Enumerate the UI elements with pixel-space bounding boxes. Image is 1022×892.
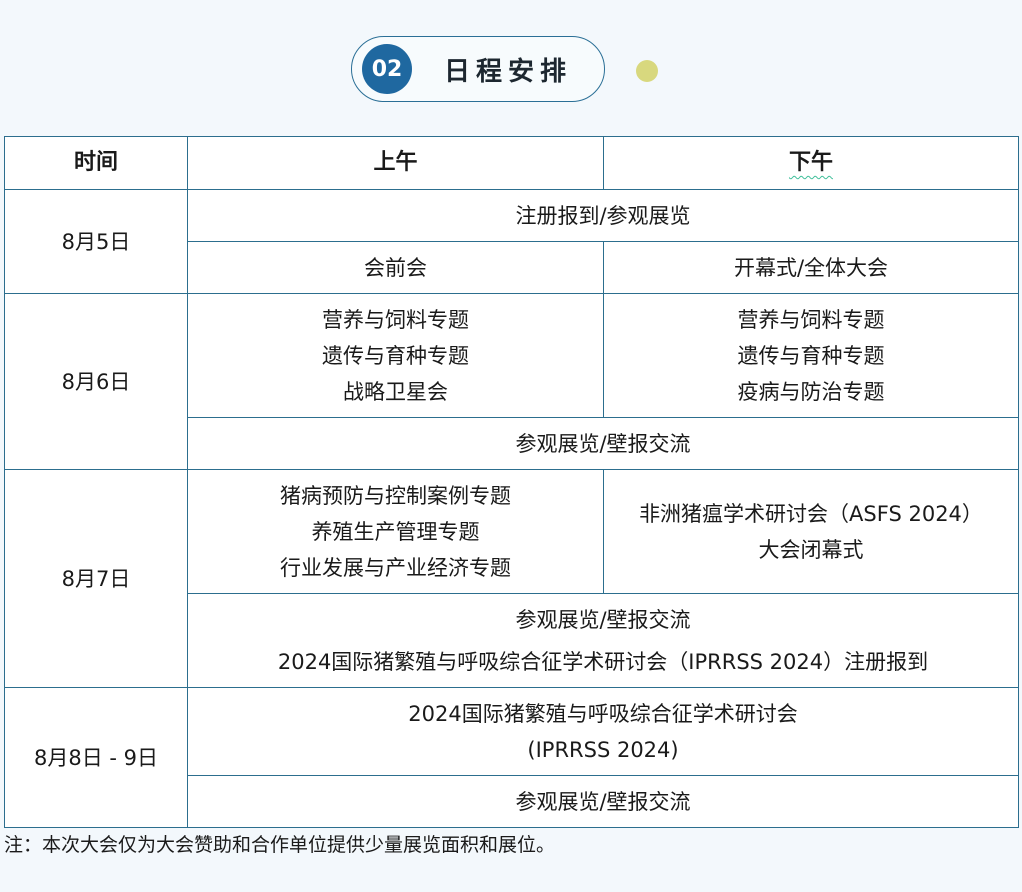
date-aug7: 8月7日 [4, 469, 188, 688]
table-row: 8月6日 营养与饲料专题 遗传与育种专题 战略卫星会 营养与饲料专题 遗传与育种… [4, 293, 1019, 470]
aug7-full-day: 参观展览/壁报交流 2024国际猪繁殖与呼吸综合征学术研讨会（IPRRSS 20… [187, 593, 1019, 688]
aug7-morning-item: 养殖生产管理专题 [311, 519, 480, 544]
section-title: 日程安排 [444, 56, 573, 87]
header-time: 时间 [4, 136, 188, 190]
table-header-row: 时间 上午 下午 [4, 136, 1019, 190]
aug6-morning-item: 遗传与育种专题 [322, 343, 469, 368]
aug7-morning-item: 行业发展与产业经济专题 [280, 555, 511, 580]
aug8-9-main: 2024国际猪繁殖与呼吸综合征学术研讨会 (IPRRSS 2024) [187, 687, 1019, 776]
header-afternoon-label: 下午 [788, 150, 833, 175]
date-aug5: 8月5日 [4, 189, 188, 294]
aug6-morning-item: 战略卫星会 [343, 379, 448, 404]
aug6-afternoon-item: 营养与饲料专题 [737, 307, 885, 332]
aug7-morning-item: 猪病预防与控制案例专题 [280, 483, 511, 508]
aug7-afternoon: 非洲猪瘟学术研讨会（ASFS 2024） 大会闭幕式 [603, 469, 1019, 594]
section-header: 02 日程安排 [351, 36, 605, 102]
date-aug8-9: 8月8日 - 9日 [4, 687, 188, 828]
aug6-afternoon-item: 疫病与防治专题 [737, 379, 885, 404]
aug6-full-day: 参观展览/壁报交流 [187, 417, 1019, 470]
aug7-morning: 猪病预防与控制案例专题 养殖生产管理专题 行业发展与产业经济专题 [187, 469, 604, 594]
table-row: 8月5日 注册报到/参观展览 [4, 189, 1019, 294]
aug8-9-main-item: 2024国际猪繁殖与呼吸综合征学术研讨会 [408, 701, 798, 726]
aug7-full-item: 参观展览/壁报交流 [515, 607, 691, 632]
aug7-full-item: 2024国际猪繁殖与呼吸综合征学术研讨会（IPRRSS 2024）注册报到 [277, 649, 929, 674]
aug7-afternoon-item: 非洲猪瘟学术研讨会（ASFS 2024） [639, 501, 983, 526]
footnote: 注：本次大会仅为大会赞助和合作单位提供少量展览面积和展位。 [4, 834, 556, 856]
table-row: 8月7日 猪病预防与控制案例专题 养殖生产管理专题 行业发展与产业经济专题 非洲… [4, 469, 1019, 688]
aug5-afternoon: 开幕式/全体大会 [603, 241, 1019, 294]
aug6-morning: 营养与饲料专题 遗传与育种专题 战略卫星会 [187, 293, 604, 418]
aug7-afternoon-item: 大会闭幕式 [758, 537, 864, 562]
aug6-afternoon: 营养与饲料专题 遗传与育种专题 疫病与防治专题 [603, 293, 1019, 418]
aug6-afternoon-item: 遗传与育种专题 [737, 343, 885, 368]
aug6-morning-item: 营养与饲料专题 [322, 307, 469, 332]
aug8-9-full-day: 参观展览/壁报交流 [187, 775, 1019, 828]
aug5-morning: 会前会 [187, 241, 604, 294]
aug5-full-day: 注册报到/参观展览 [187, 189, 1019, 242]
schedule-table: 时间 上午 下午 8月5日 注册报到/参观展览 会前会 开幕式/全体大会 8月6… [4, 136, 1019, 828]
decorative-dot [636, 60, 658, 82]
aug8-9-main-item: (IPRRSS 2024) [527, 737, 679, 762]
date-aug6: 8月6日 [4, 293, 188, 470]
header-morning: 上午 [187, 136, 604, 190]
section-number: 02 [362, 44, 412, 94]
table-row: 8月8日 - 9日 2024国际猪繁殖与呼吸综合征学术研讨会 (IPRRSS 2… [4, 687, 1019, 828]
header-afternoon: 下午 [603, 136, 1019, 190]
